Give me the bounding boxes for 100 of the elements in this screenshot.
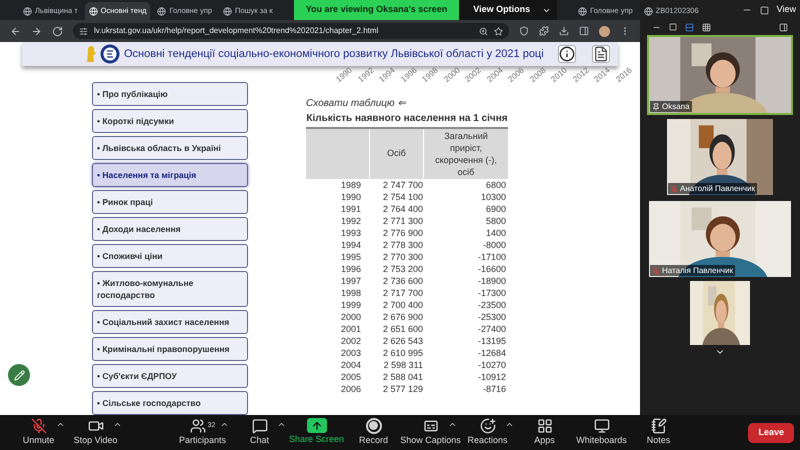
table-cell-text: -8716 <box>482 383 507 395</box>
side-panel-icon[interactable] <box>579 26 589 36</box>
forward-icon[interactable] <box>31 26 42 36</box>
strip-view-icon[interactable] <box>685 22 694 32</box>
table-cell-text: -25300 <box>476 311 507 323</box>
participants-icon <box>190 418 206 434</box>
nav-item[interactable]: • Доходи населення <box>92 217 248 241</box>
table-cell-text: 2 588 041 <box>382 371 423 383</box>
table-cell-text: 2 676 900 <box>382 311 423 323</box>
table-cell-text: -16600 <box>476 263 507 275</box>
zoom-icon <box>479 26 488 36</box>
toolbar-button[interactable]: Reactions <box>459 418 516 448</box>
speaker-view-icon[interactable] <box>669 23 677 31</box>
table-cell-text: -13195 <box>476 335 507 347</box>
address-bar[interactable]: lv.ukrstat.gov.ua/ukr/help/report_development%20trend%202021/chapter_2.html <box>73 23 509 39</box>
extensions-icon[interactable] <box>539 26 549 36</box>
table-cell-text: 1992 <box>340 215 362 227</box>
nav-item[interactable]: • Про публікацію <box>92 82 248 106</box>
table-cell-text: -10912 <box>476 371 507 383</box>
nav-item[interactable]: • Житлово-комунальне господарство <box>92 271 248 307</box>
table-cell-text: 2005 <box>340 371 362 383</box>
table-cell-text: -18900 <box>476 275 507 287</box>
nav-item[interactable]: • Соціальний захист населення <box>92 310 248 334</box>
nav-item[interactable]: • Львівська область в Україні <box>92 136 248 160</box>
table-cell-text: 10300 <box>480 191 507 203</box>
table-cell-text: 2002 <box>340 335 362 347</box>
toolbar-button[interactable]: Whiteboards <box>573 418 630 448</box>
pdf-icon[interactable] <box>592 44 610 63</box>
table-cell-text: 2 747 700 <box>382 179 423 191</box>
nav-item[interactable]: • Ринок праці <box>92 190 248 214</box>
table-cell-text: 1990 <box>340 191 362 203</box>
gallery-view-icon[interactable] <box>702 22 711 32</box>
table-cell-text: 2 770 300 <box>382 251 423 263</box>
nav-item[interactable]: • Короткі підсумки <box>92 109 248 133</box>
table-cell-text: -17100 <box>476 251 507 263</box>
globe-icon <box>88 6 98 16</box>
info-icon[interactable] <box>558 44 576 63</box>
table-cell-text: 2 771 300 <box>382 215 423 227</box>
notes-icon <box>650 418 666 434</box>
table-cell-text: 2 717 700 <box>382 287 423 299</box>
reload-icon[interactable] <box>52 26 63 36</box>
view-options-button[interactable]: View Options <box>459 0 558 20</box>
nav-item[interactable]: • Споживчі ціни <box>92 244 248 268</box>
toolbar-button[interactable]: Unmute <box>10 418 67 448</box>
table-cell-text: 1995 <box>340 251 362 263</box>
table-cell-text: 6800 <box>484 179 507 191</box>
chat-icon <box>252 418 268 434</box>
lion-logo-icon <box>84 44 98 64</box>
bookmark-star-icon[interactable] <box>494 26 503 36</box>
table-cell-text: -17300 <box>476 287 507 299</box>
table-cell-text: 2 651 600 <box>382 323 423 335</box>
table-cell-text: 2 598 311 <box>382 359 423 371</box>
record-icon <box>366 418 382 434</box>
table-cell-text: 2 626 543 <box>382 335 423 347</box>
nav-item[interactable]: • Кримінальні правопорушення <box>92 337 248 361</box>
table-cell-text: 1997 <box>340 275 362 287</box>
reactions-icon <box>480 418 496 434</box>
table-cell-text: 2000 <box>340 311 362 323</box>
nav-item[interactable]: • Населення та міграція <box>92 163 248 187</box>
toolbar-button[interactable]: Show Captions <box>402 418 459 448</box>
toolbar-button[interactable]: Chat <box>231 418 288 448</box>
profile-avatar[interactable] <box>599 26 610 36</box>
emblem-logo-icon <box>100 44 120 64</box>
apps-icon <box>536 418 552 434</box>
table-cell-text: 2001 <box>340 323 362 335</box>
globe-icon <box>23 6 32 16</box>
toolbar-button[interactable]: Stop Video <box>67 418 124 448</box>
maximize-icon[interactable] <box>760 6 769 14</box>
nav-item[interactable]: • Суб'єкти ЄДРПОУ <box>92 364 248 388</box>
table-cell-text: 1999 <box>340 299 362 311</box>
shield-icon[interactable] <box>519 26 529 36</box>
column-header: Осіб <box>369 129 423 179</box>
table-caption: Кількість наявного населення на 1 січня <box>306 112 508 126</box>
hide-table-link[interactable]: Сховати таблицю ⇐ <box>306 96 508 111</box>
globe-icon <box>157 6 166 16</box>
table-cell-text: 2 754 100 <box>382 191 423 203</box>
download-icon[interactable] <box>559 26 569 36</box>
table-cell-text: 2 753 200 <box>382 263 423 275</box>
globe-icon <box>223 6 232 16</box>
screen-share-banner: You are viewing Oksana's screen <box>294 0 460 20</box>
back-icon[interactable] <box>10 26 21 36</box>
edit-button[interactable] <box>8 364 30 386</box>
toolbar-button[interactable]: Notes <box>630 418 687 448</box>
captions-icon <box>422 418 438 434</box>
leave-button[interactable]: Leave <box>748 422 794 442</box>
table-cell-text: 5800 <box>484 215 507 227</box>
table-cell-text: 1993 <box>340 227 362 239</box>
toolbar-button[interactable]: Apps <box>516 418 573 448</box>
nav-item[interactable]: • Сільське господарство <box>92 391 248 415</box>
site-settings-icon <box>79 26 88 36</box>
view-menu[interactable]: View <box>776 3 796 17</box>
toolbar-button[interactable]: Share Screen <box>288 418 345 447</box>
whiteboard-icon <box>594 418 610 434</box>
table-cell-text: 2 778 300 <box>382 239 423 251</box>
toolbar-button[interactable]: Record <box>345 418 402 448</box>
layout-icon[interactable] <box>779 22 788 32</box>
participant-name: Анатолій Павленчик <box>680 182 755 194</box>
table-cell-text: 2 776 900 <box>382 227 423 239</box>
share-screen-icon <box>306 418 326 434</box>
table-cell-text: 1991 <box>340 203 362 215</box>
